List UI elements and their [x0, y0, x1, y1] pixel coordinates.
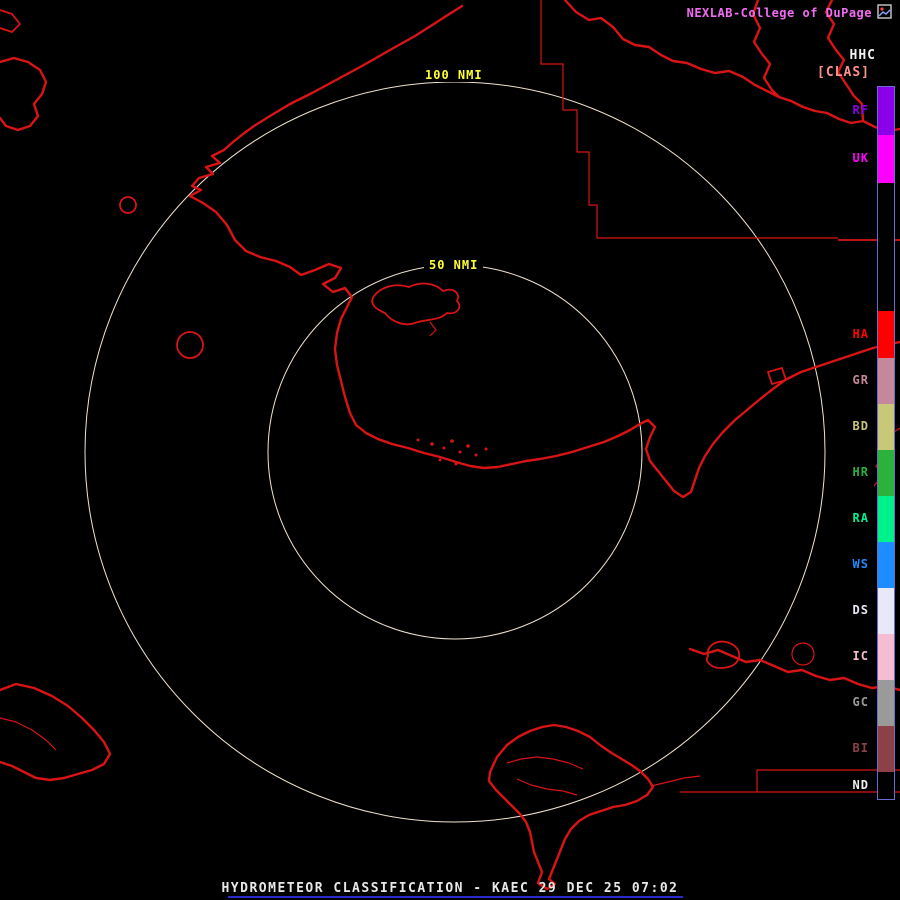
colorbar-label-nd: ND [852, 777, 869, 792]
range-ring-label-100nmi: 100 NMI [420, 68, 488, 82]
lake-inlet [429, 321, 437, 337]
coastline-path [188, 4, 900, 499]
colorbar-label-ic: IC [852, 649, 869, 663]
colorbar-band-ha [878, 311, 894, 358]
colorbar [877, 86, 895, 800]
colorbar-band-ds [878, 588, 894, 634]
delta-detail-1 [506, 756, 584, 770]
colorbar-band-uk [878, 135, 894, 183]
colorbar-label-bd: BD [852, 419, 869, 433]
colorbar-label-bi: BI [852, 741, 869, 755]
colorbar-band-nd [878, 772, 894, 799]
colorbar-label-gc: GC [852, 695, 869, 709]
small-lake-southeast [705, 640, 741, 669]
left-bottom-detail [0, 717, 57, 751]
colorbar-label-ws: WS [852, 557, 869, 571]
circle-feature-northwest [119, 196, 137, 214]
radar-display: 100 NMI 50 NMI NEXLAB-College of DuPage … [0, 0, 900, 900]
colorbar-label-ds: DS [852, 603, 869, 617]
colorbar-band-ic [878, 634, 894, 680]
colorbar-band-gap [878, 183, 894, 311]
colorbar-label-ha: HA [852, 326, 869, 341]
lake-outline [371, 282, 461, 326]
circle-feature-southeast [791, 642, 815, 666]
peninsula-outline [767, 367, 787, 385]
colorbar-band-hr [878, 450, 894, 496]
product-code-label: HHC [849, 48, 876, 63]
left-top-island-2 [0, 9, 21, 33]
left-top-island-1 [0, 56, 48, 132]
colorbar-band-ws [878, 542, 894, 588]
colorbar-band-ra [878, 496, 894, 542]
range-ring-label-50nmi: 50 NMI [424, 258, 484, 272]
colorbar-band-rf [878, 87, 894, 135]
colorbar-band-bd [878, 404, 894, 450]
left-bottom-shore [0, 682, 112, 782]
delta-detail-2 [516, 778, 578, 796]
county-boundary-line [540, 0, 838, 239]
radar-map-canvas [0, 0, 900, 891]
colorbar-band-gc [878, 680, 894, 726]
colorbar-label-rf: RF [852, 103, 869, 117]
colorbar-label-gr: GR [852, 373, 869, 387]
product-title: HYDROMETEOR CLASSIFICATION - KAEC 29 DEC… [221, 881, 679, 896]
colorbar-label-ra: RA [852, 511, 869, 525]
circle-feature-west [176, 331, 204, 359]
delta-outline [487, 723, 655, 891]
colorbar-label-hr: HR [852, 465, 869, 479]
delta-connector [650, 775, 701, 787]
badge-icon [877, 4, 892, 19]
product-mode-label: [CLAS] [817, 65, 870, 80]
footer-underline [228, 896, 683, 898]
range-ring-50nmi [267, 264, 643, 640]
colorbar-band-gr [878, 358, 894, 404]
brand-watermark: NEXLAB-College of DuPage [686, 6, 872, 20]
colorbar-label-uk: UK [852, 151, 869, 165]
colorbar-band-bi [878, 726, 894, 772]
